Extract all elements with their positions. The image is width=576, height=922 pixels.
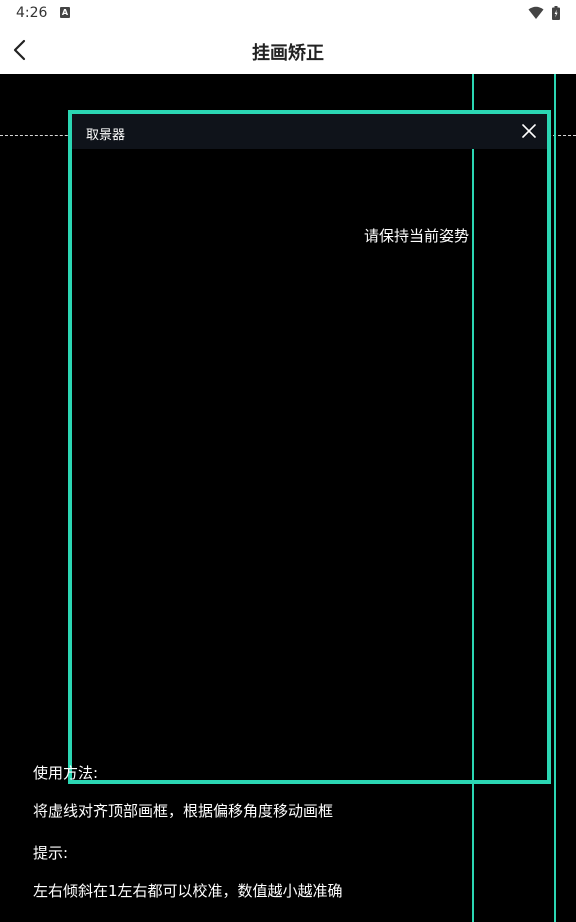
vertical-guide-line-right: [554, 74, 556, 922]
a-badge-icon: A: [60, 7, 70, 18]
app-bar: 挂画矫正: [0, 28, 576, 75]
pose-hint: 请保持当前姿势: [364, 227, 470, 245]
camera-preview: 取景器 请保持当前姿势 使用方法: 将虚线对齐顶部画框，根据偏移角度移动画框 提…: [0, 74, 576, 922]
battery-icon: [552, 6, 560, 20]
tip-text: 左右倾斜在1左右都可以校准，数值越小越准确: [33, 882, 343, 900]
close-icon: [522, 124, 536, 138]
tip-title: 提示:: [33, 844, 69, 862]
viewfinder-close-button[interactable]: [519, 121, 539, 141]
viewfinder-header: 取景器: [72, 114, 547, 149]
viewfinder-frame[interactable]: 取景器: [68, 110, 551, 784]
wifi-icon: [528, 6, 544, 19]
usage-text: 将虚线对齐顶部画框，根据偏移角度移动画框: [33, 802, 334, 820]
page-title: 挂画矫正: [252, 43, 324, 64]
status-time: 4:26: [16, 5, 48, 21]
status-bar: 4:26 A: [0, 0, 576, 28]
usage-title: 使用方法:: [33, 764, 99, 782]
viewfinder-title: 取景器: [86, 128, 126, 143]
